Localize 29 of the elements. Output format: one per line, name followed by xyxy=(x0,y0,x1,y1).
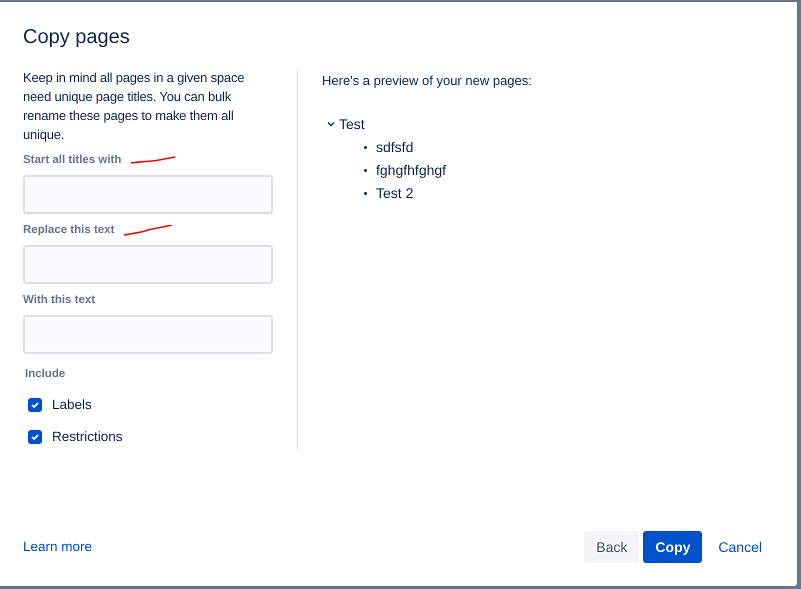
include-label: Include xyxy=(25,367,66,382)
checkmark-icon xyxy=(30,432,40,442)
field-label: With this text xyxy=(23,293,96,308)
tree-item: fghgfhfghgf xyxy=(376,160,446,180)
intro-text: Keep in mind all pages in a given space need unique page titles. You can bulk rename these pages to make them all unique. xyxy=(23,69,246,144)
bullet-icon xyxy=(364,146,367,148)
input-field[interactable] xyxy=(23,315,273,354)
chevron-down-icon[interactable] xyxy=(327,121,335,127)
tree-item: Test xyxy=(339,114,365,134)
dialog-button[interactable]: Copy xyxy=(643,531,702,563)
input-field[interactable] xyxy=(23,175,273,214)
field-label: Replace this text xyxy=(23,223,114,238)
checkmark-icon xyxy=(30,400,40,410)
field-label: Start all titles with xyxy=(23,153,122,168)
cancel-link-button[interactable]: Cancel xyxy=(706,531,774,563)
dialog-button[interactable]: Back xyxy=(584,531,640,563)
input-field[interactable] xyxy=(23,245,273,284)
bullet-icon xyxy=(364,192,367,194)
preview-heading: Here's a preview of your new pages: xyxy=(322,72,532,90)
checkbox-label: Restrictions xyxy=(52,428,123,446)
scribble-mark xyxy=(122,225,174,237)
dialog-title: Copy pages xyxy=(23,25,131,50)
checkbox-label: Labels xyxy=(52,396,92,414)
checked-checkbox[interactable] xyxy=(28,430,42,444)
learn-more-link[interactable]: Learn more xyxy=(23,536,92,558)
tree-item: sdfsfd xyxy=(376,138,414,156)
checked-checkbox[interactable] xyxy=(28,398,42,412)
tree-item: Test 2 xyxy=(376,184,414,202)
bullet-icon xyxy=(364,168,367,172)
